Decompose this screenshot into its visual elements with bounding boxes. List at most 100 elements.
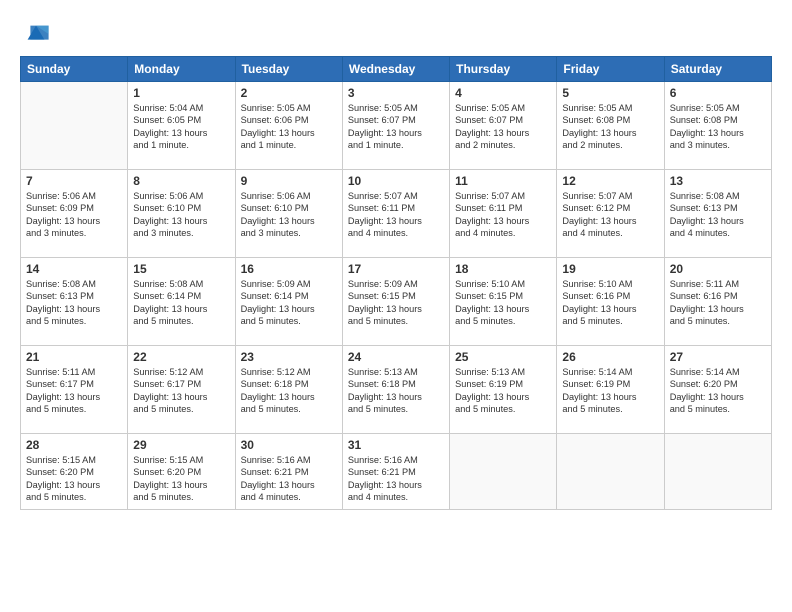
day-info: Sunrise: 5:11 AM Sunset: 6:16 PM Dayligh… bbox=[670, 278, 766, 328]
day-number: 3 bbox=[348, 86, 444, 100]
table-row: 18 Sunrise: 5:10 AM Sunset: 6:15 PM Dayli… bbox=[450, 258, 557, 346]
day-info: Sunrise: 5:05 AM Sunset: 6:06 PM Dayligh… bbox=[241, 102, 337, 152]
day-number: 28 bbox=[26, 438, 122, 452]
col-sunday: Sunday bbox=[21, 57, 128, 82]
day-number: 29 bbox=[133, 438, 229, 452]
day-number: 21 bbox=[26, 350, 122, 364]
table-row: 9 Sunrise: 5:06 AM Sunset: 6:10 PM Daylig… bbox=[235, 170, 342, 258]
day-number: 24 bbox=[348, 350, 444, 364]
table-row: 27 Sunrise: 5:14 AM Sunset: 6:20 PM Dayli… bbox=[664, 346, 771, 434]
day-number: 2 bbox=[241, 86, 337, 100]
table-row: 3 Sunrise: 5:05 AM Sunset: 6:07 PM Daylig… bbox=[342, 82, 449, 170]
day-number: 17 bbox=[348, 262, 444, 276]
table-row: 26 Sunrise: 5:14 AM Sunset: 6:19 PM Dayli… bbox=[557, 346, 664, 434]
day-info: Sunrise: 5:08 AM Sunset: 6:13 PM Dayligh… bbox=[26, 278, 122, 328]
day-number: 30 bbox=[241, 438, 337, 452]
day-number: 18 bbox=[455, 262, 551, 276]
day-number: 20 bbox=[670, 262, 766, 276]
day-info: Sunrise: 5:06 AM Sunset: 6:10 PM Dayligh… bbox=[133, 190, 229, 240]
table-row: 30 Sunrise: 5:16 AM Sunset: 6:21 PM Dayli… bbox=[235, 434, 342, 510]
header bbox=[20, 16, 772, 48]
col-friday: Friday bbox=[557, 57, 664, 82]
table-row: 24 Sunrise: 5:13 AM Sunset: 6:18 PM Dayli… bbox=[342, 346, 449, 434]
day-info: Sunrise: 5:12 AM Sunset: 6:17 PM Dayligh… bbox=[133, 366, 229, 416]
day-info: Sunrise: 5:12 AM Sunset: 6:18 PM Dayligh… bbox=[241, 366, 337, 416]
day-number: 22 bbox=[133, 350, 229, 364]
day-info: Sunrise: 5:08 AM Sunset: 6:13 PM Dayligh… bbox=[670, 190, 766, 240]
table-row bbox=[21, 82, 128, 170]
calendar-table: Sunday Monday Tuesday Wednesday Thursday… bbox=[20, 56, 772, 510]
day-info: Sunrise: 5:16 AM Sunset: 6:21 PM Dayligh… bbox=[348, 454, 444, 504]
day-number: 16 bbox=[241, 262, 337, 276]
day-number: 7 bbox=[26, 174, 122, 188]
day-info: Sunrise: 5:04 AM Sunset: 6:05 PM Dayligh… bbox=[133, 102, 229, 152]
table-row: 22 Sunrise: 5:12 AM Sunset: 6:17 PM Dayli… bbox=[128, 346, 235, 434]
table-row: 15 Sunrise: 5:08 AM Sunset: 6:14 PM Dayli… bbox=[128, 258, 235, 346]
table-row: 29 Sunrise: 5:15 AM Sunset: 6:20 PM Dayli… bbox=[128, 434, 235, 510]
col-monday: Monday bbox=[128, 57, 235, 82]
calendar-header-row: Sunday Monday Tuesday Wednesday Thursday… bbox=[21, 57, 772, 82]
table-row: 12 Sunrise: 5:07 AM Sunset: 6:12 PM Dayli… bbox=[557, 170, 664, 258]
col-saturday: Saturday bbox=[664, 57, 771, 82]
logo-icon bbox=[22, 20, 50, 48]
day-info: Sunrise: 5:05 AM Sunset: 6:07 PM Dayligh… bbox=[455, 102, 551, 152]
table-row bbox=[664, 434, 771, 510]
day-info: Sunrise: 5:14 AM Sunset: 6:20 PM Dayligh… bbox=[670, 366, 766, 416]
day-info: Sunrise: 5:05 AM Sunset: 6:08 PM Dayligh… bbox=[670, 102, 766, 152]
table-row: 2 Sunrise: 5:05 AM Sunset: 6:06 PM Daylig… bbox=[235, 82, 342, 170]
day-number: 4 bbox=[455, 86, 551, 100]
table-row: 25 Sunrise: 5:13 AM Sunset: 6:19 PM Dayli… bbox=[450, 346, 557, 434]
table-row: 28 Sunrise: 5:15 AM Sunset: 6:20 PM Dayli… bbox=[21, 434, 128, 510]
day-info: Sunrise: 5:05 AM Sunset: 6:08 PM Dayligh… bbox=[562, 102, 658, 152]
table-row: 19Sunrise: 5:10 AM Sunset: 6:16 PM Dayli… bbox=[557, 258, 664, 346]
table-row: 6 Sunrise: 5:05 AM Sunset: 6:08 PM Daylig… bbox=[664, 82, 771, 170]
table-row: 16 Sunrise: 5:09 AM Sunset: 6:14 PM Dayli… bbox=[235, 258, 342, 346]
day-number: 25 bbox=[455, 350, 551, 364]
day-info: Sunrise: 5:07 AM Sunset: 6:11 PM Dayligh… bbox=[455, 190, 551, 240]
day-info: Sunrise: 5:10 AM Sunset: 6:15 PM Dayligh… bbox=[455, 278, 551, 328]
logo bbox=[20, 20, 50, 48]
day-info: Sunrise: 5:16 AM Sunset: 6:21 PM Dayligh… bbox=[241, 454, 337, 504]
col-tuesday: Tuesday bbox=[235, 57, 342, 82]
page: Sunday Monday Tuesday Wednesday Thursday… bbox=[0, 0, 792, 612]
day-number: 5 bbox=[562, 86, 658, 100]
day-info: Sunrise: 5:08 AM Sunset: 6:14 PM Dayligh… bbox=[133, 278, 229, 328]
day-info: Sunrise: 5:13 AM Sunset: 6:19 PM Dayligh… bbox=[455, 366, 551, 416]
table-row bbox=[450, 434, 557, 510]
day-info: Sunrise: 5:06 AM Sunset: 6:09 PM Dayligh… bbox=[26, 190, 122, 240]
day-number: 26 bbox=[562, 350, 658, 364]
table-row: 31 Sunrise: 5:16 AM Sunset: 6:21 PM Dayli… bbox=[342, 434, 449, 510]
col-thursday: Thursday bbox=[450, 57, 557, 82]
table-row: 7 Sunrise: 5:06 AM Sunset: 6:09 PM Daylig… bbox=[21, 170, 128, 258]
day-number: 6 bbox=[670, 86, 766, 100]
day-info: Sunrise: 5:15 AM Sunset: 6:20 PM Dayligh… bbox=[26, 454, 122, 504]
day-number: 23 bbox=[241, 350, 337, 364]
day-number: 12 bbox=[562, 174, 658, 188]
day-info: Sunrise: 5:14 AM Sunset: 6:19 PM Dayligh… bbox=[562, 366, 658, 416]
day-info: Sunrise: 5:05 AM Sunset: 6:07 PM Dayligh… bbox=[348, 102, 444, 152]
day-info: Sunrise: 5:13 AM Sunset: 6:18 PM Dayligh… bbox=[348, 366, 444, 416]
day-number: 11 bbox=[455, 174, 551, 188]
day-info: Sunrise: 5:15 AM Sunset: 6:20 PM Dayligh… bbox=[133, 454, 229, 504]
day-info: Sunrise: 5:07 AM Sunset: 6:12 PM Dayligh… bbox=[562, 190, 658, 240]
day-number: 9 bbox=[241, 174, 337, 188]
day-number: 10 bbox=[348, 174, 444, 188]
day-info: Sunrise: 5:09 AM Sunset: 6:15 PM Dayligh… bbox=[348, 278, 444, 328]
day-info: Sunrise: 5:09 AM Sunset: 6:14 PM Dayligh… bbox=[241, 278, 337, 328]
day-number: 31 bbox=[348, 438, 444, 452]
table-row: 21Sunrise: 5:11 AM Sunset: 6:17 PM Dayli… bbox=[21, 346, 128, 434]
col-wednesday: Wednesday bbox=[342, 57, 449, 82]
table-row: 23 Sunrise: 5:12 AM Sunset: 6:18 PM Dayli… bbox=[235, 346, 342, 434]
table-row: 11 Sunrise: 5:07 AM Sunset: 6:11 PM Dayli… bbox=[450, 170, 557, 258]
day-number: 15 bbox=[133, 262, 229, 276]
day-info: Sunrise: 5:10 AM Sunset: 6:16 PM Dayligh… bbox=[562, 278, 658, 328]
day-number: 27 bbox=[670, 350, 766, 364]
day-number: 14 bbox=[26, 262, 122, 276]
table-row: 8 Sunrise: 5:06 AM Sunset: 6:10 PM Daylig… bbox=[128, 170, 235, 258]
table-row: 1 Sunrise: 5:04 AM Sunset: 6:05 PM Daylig… bbox=[128, 82, 235, 170]
table-row bbox=[557, 434, 664, 510]
day-number: 8 bbox=[133, 174, 229, 188]
day-number: 13 bbox=[670, 174, 766, 188]
day-number: 1 bbox=[133, 86, 229, 100]
day-info: Sunrise: 5:06 AM Sunset: 6:10 PM Dayligh… bbox=[241, 190, 337, 240]
